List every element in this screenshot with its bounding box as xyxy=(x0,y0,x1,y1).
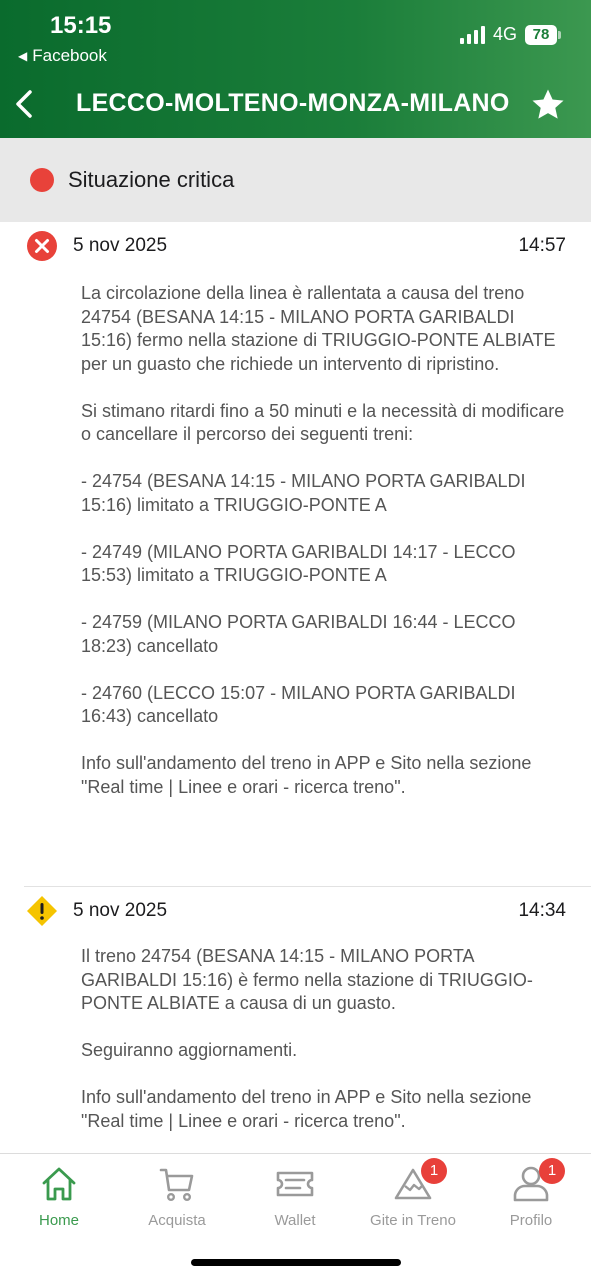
notice-body: La circolazione della linea è rallentata… xyxy=(81,282,569,823)
notice-paragraph: Seguiranno aggiornamenti. xyxy=(81,1040,298,1060)
notice-time: 14:34 xyxy=(518,900,566,921)
home-icon xyxy=(42,1167,76,1201)
notice-paragraph: Info sull'andamento del treno in APP e S… xyxy=(81,1087,532,1131)
mountain-icon-wrap: 1 xyxy=(393,1158,447,1204)
divider xyxy=(24,886,591,887)
tab-label: Acquista xyxy=(148,1212,206,1229)
back-to-app-link[interactable]: ◀ Facebook xyxy=(18,46,107,66)
tab-wallet[interactable]: Wallet xyxy=(236,1164,354,1229)
tab-profilo[interactable]: 1 Profilo xyxy=(472,1158,590,1229)
app-header: 15:15 ◀ Facebook 4G 78 LECCO-MOLTENO-MON… xyxy=(0,0,591,138)
notice-paragraph: Il treno 24754 (BESANA 14:15 - MILANO PO… xyxy=(81,946,533,1013)
severity-label: Situazione critica xyxy=(68,167,235,192)
notice-item: 5 nov 2025 14:34 Il treno 24754 (BESANA … xyxy=(0,891,591,1131)
back-chevron-icon[interactable] xyxy=(10,86,46,122)
network-type: 4G xyxy=(492,24,517,44)
severity-banner: Situazione critica xyxy=(0,138,591,222)
notice-item: 5 nov 2025 14:57 La circolazione della l… xyxy=(0,226,591,797)
notice-paragraph: - 24759 (MILANO PORTA GARIBALDI 16:44 - … xyxy=(81,612,516,656)
notice-paragraph: - 24749 (MILANO PORTA GARIBALDI 14:17 - … xyxy=(81,541,516,586)
favorite-star-icon[interactable] xyxy=(529,86,567,124)
notification-badge: 1 xyxy=(421,1158,447,1184)
ticket-icon xyxy=(276,1171,314,1197)
status-time: 15:15 xyxy=(50,12,112,39)
tab-label: Wallet xyxy=(274,1212,316,1229)
cart-icon xyxy=(159,1168,194,1202)
tab-acquista[interactable]: Acquista xyxy=(118,1164,236,1229)
warning-diamond-icon xyxy=(27,896,57,926)
tab-label: Gite in Treno xyxy=(370,1212,456,1229)
notice-paragraph: Info sull'andamento del treno in APP e S… xyxy=(81,753,532,797)
notice-paragraph: Si stimano ritardi fino a 50 minuti e la… xyxy=(81,400,565,445)
severity-dot-icon xyxy=(30,168,54,192)
tab-label: Profilo xyxy=(509,1212,553,1229)
tab-home[interactable]: Home xyxy=(0,1164,118,1229)
notice-paragraph: - 24760 (LECCO 15:07 - MILANO PORTA GARI… xyxy=(81,682,516,727)
notice-paragraph: La circolazione della linea è rallentata… xyxy=(81,283,556,374)
page-title: LECCO-MOLTENO-MONZA-MILANO xyxy=(76,89,510,117)
notification-badge: 1 xyxy=(539,1158,565,1184)
notice-date: 5 nov 2025 xyxy=(73,900,168,921)
signal-icon xyxy=(459,25,485,44)
home-indicator xyxy=(191,1259,401,1266)
profile-icon-wrap: 1 xyxy=(511,1158,565,1204)
tab-gite-in-treno[interactable]: 1 Gite in Treno xyxy=(354,1158,472,1229)
battery-level: 78 xyxy=(525,24,557,45)
notice-date: 5 nov 2025 xyxy=(73,235,168,256)
back-app-label: Facebook xyxy=(32,46,107,65)
notice-body: Il treno 24754 (BESANA 14:15 - MILANO PO… xyxy=(81,945,569,1157)
battery-icon: 78 xyxy=(525,24,561,45)
notice-paragraph: - 24754 (BESANA 14:15 - MILANO PORTA GAR… xyxy=(81,471,526,515)
back-triangle-icon: ◀ xyxy=(18,49,28,63)
status-indicators: 4G 78 xyxy=(459,24,561,45)
tab-label: Home xyxy=(38,1212,79,1229)
error-circle-icon xyxy=(27,231,57,261)
notice-time: 14:57 xyxy=(518,235,566,256)
